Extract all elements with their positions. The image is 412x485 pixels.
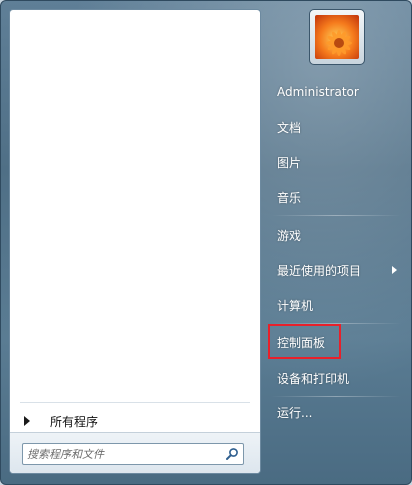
programs-pane: 所有程序 <box>9 9 261 474</box>
pinned-programs-list <box>10 10 260 402</box>
all-programs-button[interactable]: 所有程序 <box>18 408 252 434</box>
run-label: 运行... <box>277 405 313 420</box>
all-programs-arrow-icon <box>24 416 30 426</box>
documents-label: 文档 <box>277 120 302 135</box>
user-name-label: Administrator <box>277 85 359 99</box>
divider <box>271 215 401 216</box>
search-icon[interactable] <box>225 447 239 461</box>
divider <box>20 402 250 403</box>
computer-label: 计算机 <box>277 298 314 313</box>
music-link[interactable]: 音乐 <box>269 184 401 210</box>
run-link[interactable]: 运行... <box>269 399 401 425</box>
user-avatar[interactable] <box>309 9 365 65</box>
all-programs-label: 所有程序 <box>50 414 99 429</box>
submenu-arrow-icon <box>392 266 397 274</box>
pictures-label: 图片 <box>277 155 302 170</box>
divider <box>271 396 401 397</box>
pictures-link[interactable]: 图片 <box>269 149 401 175</box>
start-menu: 所有程序 搜索程序和文件 Administrator 文档 图片 音乐 游戏 最… <box>0 0 412 485</box>
search-area <box>10 432 260 473</box>
search-input[interactable] <box>27 446 217 462</box>
recent-items-link[interactable]: 最近使用的项目 <box>269 257 401 283</box>
computer-link[interactable]: 计算机 <box>269 292 401 318</box>
devices-printers-label: 设备和打印机 <box>277 371 350 386</box>
music-label: 音乐 <box>277 190 302 205</box>
recent-items-label: 最近使用的项目 <box>277 263 362 278</box>
avatar-flower-image <box>315 15 359 59</box>
games-link[interactable]: 游戏 <box>269 222 401 248</box>
control-panel-highlight-box <box>268 324 341 359</box>
search-box[interactable] <box>22 443 244 465</box>
games-label: 游戏 <box>277 228 302 243</box>
user-name-link[interactable]: Administrator <box>269 79 401 105</box>
documents-link[interactable]: 文档 <box>269 114 401 140</box>
devices-printers-link[interactable]: 设备和打印机 <box>269 365 401 391</box>
